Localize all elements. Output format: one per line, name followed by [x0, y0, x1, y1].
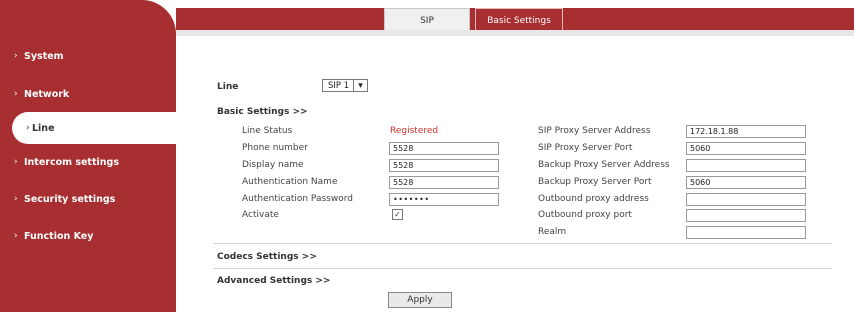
- display-name-label: Display name: [242, 160, 304, 170]
- sidebar-item-system[interactable]: › System: [0, 40, 176, 72]
- tab-bar: SIP Basic Settings: [176, 8, 854, 32]
- backup-proxy-address-field[interactable]: [686, 159, 806, 172]
- proxy-port-field[interactable]: 5060: [686, 142, 806, 155]
- sidebar-item-network[interactable]: › Network: [0, 78, 176, 110]
- proxy-address-field[interactable]: 172.18.1.88: [686, 125, 806, 138]
- basic-settings-header[interactable]: Basic Settings >>: [217, 107, 308, 117]
- auth-name-label: Authentication Name: [242, 177, 338, 187]
- sidebar-item-line[interactable]: › Line: [12, 112, 176, 144]
- line-status-value: Registered: [390, 126, 439, 136]
- sidebar-item-label: Function Key: [24, 230, 94, 242]
- tab-sip[interactable]: SIP: [384, 8, 470, 32]
- chevron-right-icon: ›: [26, 123, 30, 133]
- sidebar-item-security-settings[interactable]: › Security settings: [0, 183, 176, 215]
- auth-password-label: Authentication Password: [242, 194, 353, 204]
- sidebar: › System › Network › Line › Intercom set…: [0, 0, 176, 312]
- activate-label: Activate: [242, 210, 279, 220]
- chevron-right-icon: ›: [14, 231, 18, 241]
- outbound-proxy-address-label: Outbound proxy address: [538, 194, 649, 204]
- outbound-proxy-address-field[interactable]: [686, 193, 806, 206]
- sidebar-item-label: Security settings: [24, 193, 116, 205]
- sidebar-item-label: System: [24, 50, 64, 62]
- chevron-down-icon[interactable]: ▾: [353, 80, 367, 91]
- outbound-proxy-port-label: Outbound proxy port: [538, 210, 632, 220]
- line-select[interactable]: SIP 1 ▾: [322, 79, 368, 92]
- sidebar-item-label: Intercom settings: [24, 156, 119, 168]
- proxy-address-label: SIP Proxy Server Address: [538, 126, 651, 136]
- advanced-settings-header[interactable]: Advanced Settings >>: [217, 276, 330, 286]
- sidebar-item-label: Network: [24, 88, 70, 100]
- apply-button[interactable]: Apply: [388, 292, 452, 308]
- backup-proxy-port-label: Backup Proxy Server Port: [538, 177, 652, 187]
- realm-label: Realm: [538, 227, 567, 237]
- auth-password-field[interactable]: •••••••: [389, 193, 499, 206]
- line-label: Line: [217, 82, 239, 92]
- chevron-right-icon: ›: [14, 51, 18, 61]
- realm-field[interactable]: [686, 226, 806, 239]
- chevron-right-icon: ›: [14, 194, 18, 204]
- sidebar-item-function-key[interactable]: › Function Key: [0, 220, 176, 252]
- tab-basic-settings[interactable]: Basic Settings: [475, 8, 563, 32]
- line-status-label: Line Status: [242, 126, 293, 136]
- codecs-settings-header[interactable]: Codecs Settings >>: [217, 252, 317, 262]
- proxy-port-label: SIP Proxy Server Port: [538, 143, 633, 153]
- display-name-field[interactable]: 5528: [389, 159, 499, 172]
- tab-bar-shadow: [176, 30, 854, 36]
- chevron-right-icon: ›: [14, 157, 18, 167]
- auth-name-field[interactable]: 5528: [389, 176, 499, 189]
- line-select-value: SIP 1: [328, 81, 350, 91]
- backup-proxy-address-label: Backup Proxy Server Address: [538, 160, 670, 170]
- sidebar-item-intercom-settings[interactable]: › Intercom settings: [0, 146, 176, 178]
- phone-number-field[interactable]: 5528: [389, 142, 499, 155]
- backup-proxy-port-field[interactable]: 5060: [686, 176, 806, 189]
- chevron-right-icon: ›: [14, 89, 18, 99]
- section-divider: [214, 243, 832, 244]
- phone-number-label: Phone number: [242, 143, 308, 153]
- outbound-proxy-port-field[interactable]: [686, 209, 806, 222]
- activate-checkbox[interactable]: ✓: [392, 209, 403, 220]
- sidebar-item-label: Line: [32, 122, 55, 134]
- section-divider: [214, 268, 832, 269]
